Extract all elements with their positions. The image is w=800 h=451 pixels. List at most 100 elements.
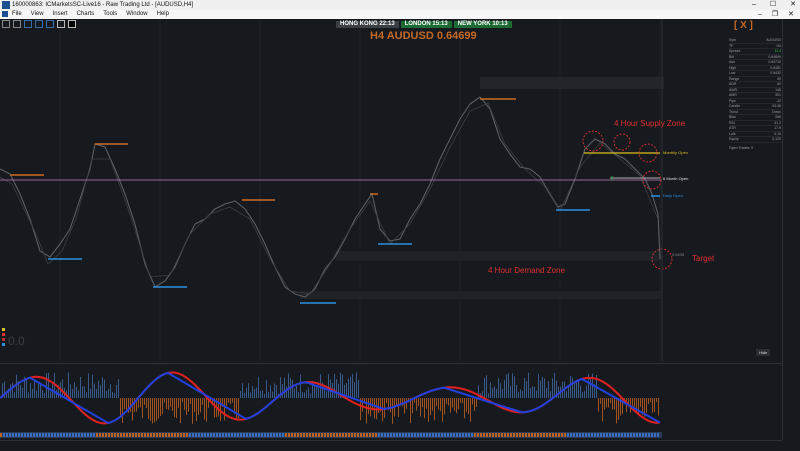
- signal-mark: [312, 433, 314, 437]
- tool-icon-1[interactable]: [2, 20, 10, 28]
- signal-mark: [588, 433, 590, 437]
- menu-view[interactable]: View: [31, 10, 44, 19]
- signal-mark: [240, 433, 242, 437]
- signal-mark: [183, 433, 185, 437]
- signal-mark: [213, 433, 215, 437]
- histogram-bar: [194, 398, 195, 413]
- histogram-bar: [182, 398, 183, 403]
- tool-icon-2[interactable]: [13, 20, 21, 28]
- signal-mark: [39, 433, 41, 437]
- signal-mark: [642, 433, 644, 437]
- counter-readout: 0.0: [8, 334, 25, 348]
- menu-charts[interactable]: Charts: [77, 10, 95, 19]
- histogram-bar: [512, 373, 513, 398]
- menu-insert[interactable]: Insert: [53, 10, 68, 19]
- histogram-bar: [170, 398, 171, 407]
- histogram-bar: [300, 374, 301, 398]
- histogram-bar: [392, 398, 393, 424]
- session-time: 15:13: [432, 21, 448, 27]
- time-axis[interactable]: [0, 440, 782, 451]
- histogram-bar: [108, 389, 109, 398]
- histogram-bar: [614, 398, 615, 410]
- tool-icon-4[interactable]: [35, 20, 43, 28]
- signal-mark: [264, 433, 266, 437]
- histogram-bar: [16, 374, 17, 398]
- histogram-bar: [294, 388, 295, 398]
- menu-window[interactable]: Window: [126, 10, 147, 19]
- panel-key: TF: [729, 43, 734, 48]
- signal-mark: [87, 433, 89, 437]
- signal-mark: [582, 433, 584, 437]
- histogram-bar: [520, 389, 521, 398]
- histogram-bar: [232, 398, 233, 403]
- signal-mark: [333, 433, 335, 437]
- histogram-bar: [132, 398, 133, 421]
- histogram-bar: [548, 381, 549, 398]
- histogram-bar: [354, 382, 355, 398]
- signal-mark: [282, 433, 284, 437]
- menu-file[interactable]: File: [12, 10, 22, 19]
- menu-help[interactable]: Help: [157, 10, 169, 19]
- tool-icon-3[interactable]: [24, 20, 32, 28]
- signal-mark: [513, 433, 515, 437]
- maximize-button[interactable]: ☐: [770, 0, 776, 10]
- histogram-bar: [582, 392, 583, 398]
- panel-value: Sell: [775, 115, 781, 119]
- histogram-bar: [196, 398, 197, 422]
- indicator-subwindow[interactable]: [0, 363, 782, 441]
- histogram-bar: [130, 398, 131, 412]
- signal-mark: [450, 433, 452, 437]
- histogram-bar: [270, 385, 271, 398]
- hide-button[interactable]: Hide: [756, 349, 771, 356]
- tool-icon-5[interactable]: [46, 20, 54, 28]
- histogram-bar: [530, 387, 531, 398]
- histogram-bar: [22, 387, 23, 398]
- histogram-bar: [584, 390, 585, 398]
- title-bar: 160000863: ICMarketsSC-Live16 - Raw Trad…: [0, 0, 800, 10]
- signal-mark: [150, 433, 152, 437]
- mdi-close-button[interactable]: ✕: [788, 10, 794, 19]
- signal-mark: [231, 433, 233, 437]
- signal-mark: [612, 433, 614, 437]
- price-chart[interactable]: [0, 19, 782, 361]
- tool-icon-6[interactable]: [57, 20, 65, 28]
- histogram-bar: [576, 382, 577, 398]
- histogram-bar: [586, 385, 587, 398]
- histogram-bar: [328, 374, 329, 398]
- histogram-bar: [30, 383, 31, 398]
- mdi-restore-button[interactable]: ❐: [772, 10, 778, 19]
- signal-mark: [204, 433, 206, 437]
- signal-mark: [291, 433, 293, 437]
- histogram-bar: [448, 398, 449, 406]
- tool-icon-7[interactable]: [68, 20, 76, 28]
- price-scale[interactable]: [782, 19, 800, 440]
- menu-tools[interactable]: Tools: [103, 10, 117, 19]
- minimize-button[interactable]: –: [752, 0, 756, 10]
- target-label: Target: [692, 254, 715, 263]
- signal-mark: [192, 433, 194, 437]
- signal-mark: [423, 433, 425, 437]
- signal-mark: [477, 433, 479, 437]
- histogram-bar: [462, 398, 463, 404]
- signal-mark: [51, 433, 53, 437]
- session-clock: HONG KONG 22:13 LONDON 15:13 NEW YORK 10…: [336, 21, 512, 28]
- close-button[interactable]: ✕: [790, 0, 796, 10]
- histogram-bar: [336, 379, 337, 398]
- mdi-minimize-button[interactable]: –: [758, 10, 762, 19]
- histogram-bar: [250, 392, 251, 398]
- signal-mark: [546, 433, 548, 437]
- histogram-bar: [38, 381, 39, 398]
- panel-key: Equity: [729, 137, 739, 141]
- histogram-bar: [292, 379, 293, 398]
- histogram-bar: [490, 382, 491, 398]
- signal-mark: [399, 433, 401, 437]
- signal-mark: [84, 433, 86, 437]
- session-name: HONG KONG: [340, 21, 378, 27]
- histogram-bar: [486, 375, 487, 398]
- panel-key: Bias: [729, 115, 736, 119]
- histogram-bar: [514, 376, 515, 398]
- histogram-bar: [144, 398, 145, 405]
- histogram-bar: [34, 379, 35, 398]
- signal-mark: [225, 433, 227, 437]
- histogram-bar: [274, 383, 275, 398]
